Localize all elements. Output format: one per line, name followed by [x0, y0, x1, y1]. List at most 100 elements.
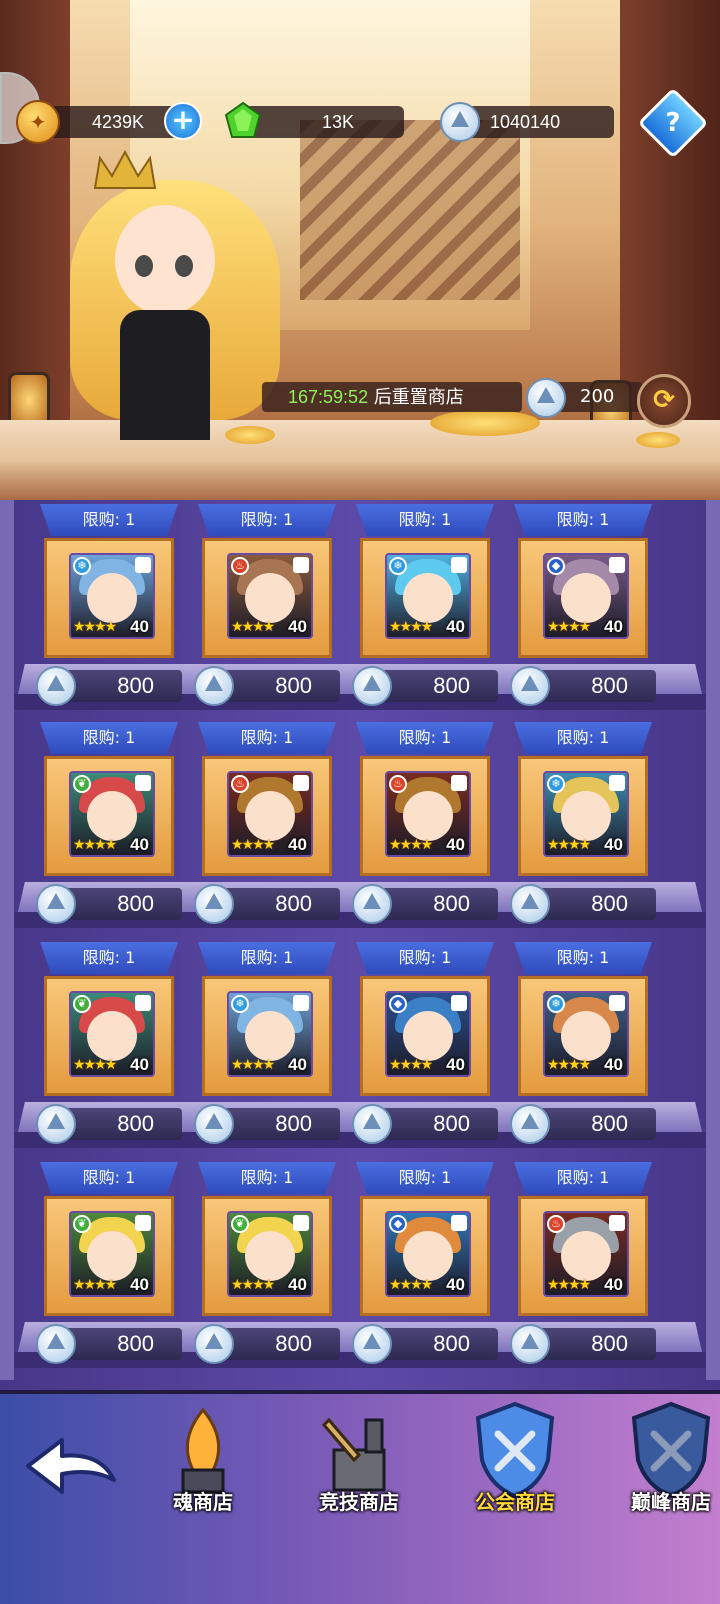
- shop-item[interactable]: 限购: 1 ❄ ★★★★ 40 800: [508, 722, 658, 924]
- item-card[interactable]: ❄ ★★★★ 40: [360, 538, 490, 658]
- item-card[interactable]: ❦ ★★★★ 40: [44, 756, 174, 876]
- star-rating: ★★★★: [389, 837, 433, 853]
- nature-element-icon: ❦: [231, 1215, 249, 1233]
- item-card[interactable]: ♨ ★★★★ 40: [202, 756, 332, 876]
- hero-face: [561, 1231, 611, 1281]
- hero-fragment-icon: [609, 995, 625, 1011]
- item-card[interactable]: ◆ ★★★★ 40: [360, 1196, 490, 1316]
- shop-item[interactable]: 限购: 1 ❄ ★★★★ 40 800: [350, 504, 500, 706]
- price-button[interactable]: 800: [352, 884, 498, 924]
- question-icon: ?: [665, 108, 681, 138]
- back-arrow-icon[interactable]: [20, 1434, 120, 1504]
- item-card[interactable]: ◆ ★★★★ 40: [518, 538, 648, 658]
- item-card[interactable]: ❄ ★★★★ 40: [518, 976, 648, 1096]
- tab-soul-shop[interactable]: 魂商店: [128, 1394, 278, 1604]
- refresh-shop-button[interactable]: ⟳: [637, 374, 691, 428]
- tab-label: 公会商店: [475, 1490, 555, 1514]
- tab-arena-shop[interactable]: 竞技商店: [284, 1394, 434, 1604]
- price-value: 800: [591, 891, 628, 916]
- shop-item[interactable]: 限购: 1 ♨ ★★★★ 40 800: [192, 504, 342, 706]
- shop-item[interactable]: 限购: 1 ❄ ★★★★ 40 800: [192, 942, 342, 1144]
- shopkeeper-dress: [120, 310, 210, 440]
- shop-tab-bar: 魂商店 竞技商店 公会商店 巅峰商店: [0, 1390, 720, 1604]
- price-button[interactable]: 800: [194, 1104, 340, 1144]
- item-card[interactable]: ❦ ★★★★ 40: [44, 976, 174, 1096]
- item-card[interactable]: ❦ ★★★★ 40: [202, 1196, 332, 1316]
- shop-item[interactable]: 限购: 1 ❄ ★★★★ 40 800: [508, 942, 658, 1144]
- price-button[interactable]: 800: [352, 666, 498, 706]
- gem-value: 13K: [322, 112, 355, 132]
- item-card[interactable]: ❄ ★★★★ 40: [202, 976, 332, 1096]
- purchase-limit-banner: 限购: 1: [356, 1162, 494, 1194]
- price-value: 800: [117, 891, 154, 916]
- tab-guild-shop[interactable]: 公会商店: [440, 1394, 590, 1604]
- hero-fragment-icon: [451, 1215, 467, 1231]
- purchase-limit-banner: 限购: 1: [514, 722, 652, 754]
- guild-coin-icon: [440, 102, 480, 142]
- price-value: 800: [117, 1331, 154, 1356]
- shop-item[interactable]: 限购: 1 ◆ ★★★★ 40 800: [508, 504, 658, 706]
- guild-coin-icon: [36, 1104, 76, 1144]
- shop-item[interactable]: 限购: 1 ♨ ★★★★ 40 800: [508, 1162, 658, 1364]
- hero-fragment-icon: [293, 557, 309, 573]
- purchase-limit-banner: 限购: 1: [198, 504, 336, 536]
- price-button[interactable]: 800: [510, 884, 656, 924]
- price-button[interactable]: 800: [510, 666, 656, 706]
- shop-item[interactable]: 限购: 1 ❄ ★★★★ 40 800: [34, 504, 184, 706]
- shopkeeper-character: [70, 150, 280, 440]
- item-card[interactable]: ❄ ★★★★ 40: [518, 756, 648, 876]
- shop-item[interactable]: 限购: 1 ❦ ★★★★ 40 800: [34, 1162, 184, 1364]
- price-button[interactable]: 800: [510, 1104, 656, 1144]
- nature-element-icon: ❦: [73, 775, 91, 793]
- price-button[interactable]: 800: [352, 1104, 498, 1144]
- item-card[interactable]: ❄ ★★★★ 40: [44, 538, 174, 658]
- price-value: 800: [591, 1331, 628, 1356]
- shop-item[interactable]: 限购: 1 ◆ ★★★★ 40 800: [350, 942, 500, 1144]
- add-gold-button[interactable]: +: [164, 102, 202, 140]
- price-button[interactable]: 800: [194, 666, 340, 706]
- price-button[interactable]: 800: [194, 884, 340, 924]
- price-button[interactable]: 800: [352, 1324, 498, 1364]
- item-card[interactable]: ❦ ★★★★ 40: [44, 1196, 174, 1316]
- price-button[interactable]: 800: [194, 1324, 340, 1364]
- price-button[interactable]: 800: [510, 1324, 656, 1364]
- shop-item[interactable]: 限购: 1 ❦ ★★★★ 40 800: [34, 722, 184, 924]
- tab-peak-shop[interactable]: 巅峰商店: [596, 1394, 720, 1604]
- hero-fragment-icon: [135, 1215, 151, 1231]
- price-button[interactable]: 800: [36, 666, 182, 706]
- price-button[interactable]: 800: [36, 1324, 182, 1364]
- shop-item[interactable]: 限购: 1 ❦ ★★★★ 40 800: [34, 942, 184, 1144]
- purchase-limit-banner: 限购: 1: [40, 722, 178, 754]
- hero-face: [245, 1011, 295, 1061]
- purchase-limit-banner: 限购: 1: [356, 942, 494, 974]
- fire-element-icon: ♨: [389, 775, 407, 793]
- ice-element-icon: ❄: [547, 775, 565, 793]
- purchase-limit-banner: 限购: 1: [356, 722, 494, 754]
- item-card[interactable]: ♨ ★★★★ 40: [202, 538, 332, 658]
- hero-level: 40: [288, 1275, 307, 1294]
- shop-item[interactable]: 限购: 1 ♨ ★★★★ 40 800: [192, 722, 342, 924]
- hero-fragment-icon: [451, 995, 467, 1011]
- guild-coin-icon: [36, 884, 76, 924]
- hero-level: 40: [604, 617, 623, 636]
- hero-portrait: ❦ ★★★★ 40: [69, 991, 155, 1077]
- star-rating: ★★★★: [73, 837, 117, 853]
- item-card[interactable]: ◆ ★★★★ 40: [360, 976, 490, 1096]
- shop-item[interactable]: 限购: 1 ◆ ★★★★ 40 800: [350, 1162, 500, 1364]
- fire-element-icon: ♨: [231, 557, 249, 575]
- fire-element-icon: ♨: [547, 1215, 565, 1233]
- price-value: 800: [117, 673, 154, 698]
- shop-row: 限购: 1 ❦ ★★★★ 40 800 限购: 1 ❦ ★★★★ 40 800 限购: 1 ◆ ★★★★…: [14, 1162, 706, 1382]
- item-card[interactable]: ♨ ★★★★ 40: [360, 756, 490, 876]
- price-button[interactable]: 800: [36, 884, 182, 924]
- hero-portrait: ♨ ★★★★ 40: [227, 771, 313, 857]
- item-card[interactable]: ♨ ★★★★ 40: [518, 1196, 648, 1316]
- guild-coin-icon: [36, 666, 76, 706]
- guild-coin-icon: [510, 884, 550, 924]
- price-button[interactable]: 800: [36, 1104, 182, 1144]
- guild-coin-icon: [352, 884, 392, 924]
- guild-coin-counter: 1040140: [458, 106, 614, 138]
- guild-coin-icon: [194, 666, 234, 706]
- shop-item[interactable]: 限购: 1 ❦ ★★★★ 40 800: [192, 1162, 342, 1364]
- shop-item[interactable]: 限购: 1 ♨ ★★★★ 40 800: [350, 722, 500, 924]
